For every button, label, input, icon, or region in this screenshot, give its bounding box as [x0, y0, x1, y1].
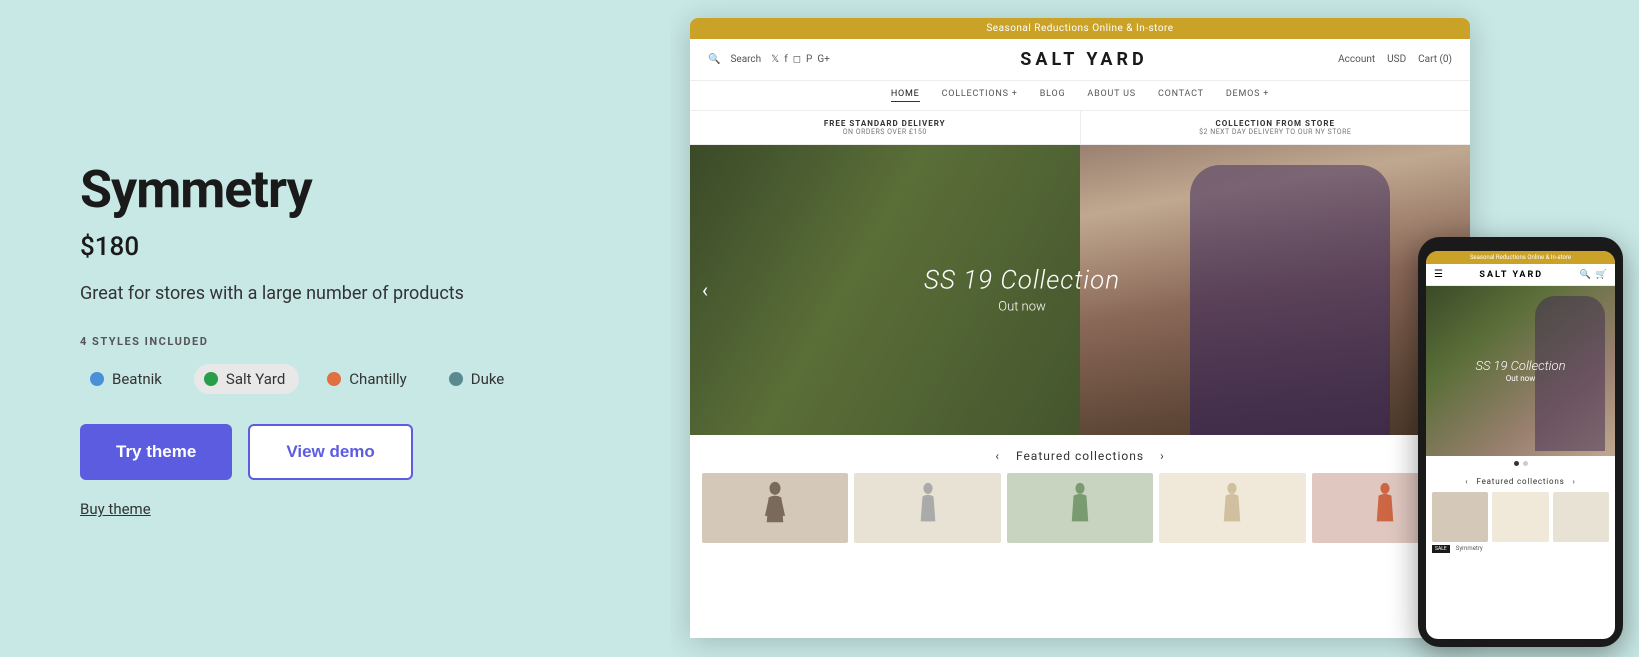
featured-header: ‹ Featured collections › [702, 449, 1458, 463]
delivery-collection-sub: $2 NEXT DAY DELIVERY TO OUR NY STORE [1085, 128, 1467, 136]
left-panel: Symmetry $180 Great for stores with a la… [0, 0, 670, 657]
view-demo-button[interactable]: View demo [248, 424, 413, 480]
store-banner: Seasonal Reductions Online & In-store [690, 18, 1470, 39]
nav-about[interactable]: ABOUT US [1087, 89, 1136, 102]
delivery-standard: FREE STANDARD DELIVERY ON ORDERS OVER £1… [690, 111, 1081, 144]
style-option-chantilly[interactable]: Chantilly [317, 364, 420, 394]
sale-badge-1: SALE [1432, 545, 1450, 553]
dot-2 [1523, 461, 1528, 466]
sale-sub-label: Symmetry [1456, 545, 1483, 553]
store-topbar-right: Account USD Cart (0) [1338, 54, 1452, 65]
try-theme-button[interactable]: Try theme [80, 424, 232, 480]
featured-label: Featured collections [1016, 449, 1144, 463]
hero-subtitle: Out now [924, 300, 1120, 315]
nav-home[interactable]: HOME [891, 89, 920, 102]
instagram-icon: ◻ [793, 54, 801, 65]
delivery-standard-title: FREE STANDARD DELIVERY [694, 119, 1076, 128]
store-nav: HOME COLLECTIONS + BLOG ABOUT US CONTACT… [690, 81, 1470, 111]
hero-prev-button[interactable]: ‹ [702, 278, 708, 302]
mobile-hero: SS 19 Collection Out now [1426, 286, 1615, 456]
style-option-beatnik[interactable]: Beatnik [80, 364, 176, 394]
mobile-topbar-icons: 🔍 🛒 [1580, 270, 1607, 280]
nav-collections[interactable]: COLLECTIONS + [942, 89, 1018, 102]
theme-description: Great for stores with a large number of … [80, 280, 610, 307]
nav-blog[interactable]: BLOG [1040, 89, 1066, 102]
delivery-collection-title: COLLECTION FROM STORE [1085, 119, 1467, 128]
twitter-icon: 𝕏 [771, 54, 779, 65]
pinterest-icon: P [806, 54, 812, 65]
hero-area: ‹ SS 19 Collection Out now › [690, 145, 1470, 435]
product-thumb-1[interactable] [702, 473, 848, 543]
cart-label[interactable]: Cart (0) [1418, 54, 1452, 65]
saltyard-dot [204, 372, 218, 386]
desktop-preview: Seasonal Reductions Online & In-store 🔍 … [690, 18, 1470, 638]
mobile-thumbnails [1432, 492, 1609, 542]
nav-demos[interactable]: DEMOS + [1226, 89, 1269, 102]
account-label[interactable]: Account [1338, 54, 1375, 65]
gplus-icon: G+ [817, 54, 830, 65]
search-label: Search [730, 54, 761, 65]
featured-section: ‹ Featured collections › [690, 435, 1470, 551]
product-thumbnails [702, 473, 1458, 543]
buy-theme-link[interactable]: Buy theme [80, 500, 610, 518]
search-icon: 🔍 [708, 54, 720, 65]
duke-dot [449, 372, 463, 386]
theme-price: $180 [80, 232, 610, 262]
saltyard-label: Salt Yard [226, 370, 285, 388]
product-thumb-2[interactable] [854, 473, 1000, 543]
hero-title: SS 19 Collection [924, 266, 1120, 296]
nav-contact[interactable]: CONTACT [1158, 89, 1204, 102]
hero-text-block: SS 19 Collection Out now [924, 266, 1120, 315]
mobile-preview: Seasonal Reductions Online & In-store ☰ … [1418, 237, 1623, 647]
style-option-saltyard[interactable]: Salt Yard [194, 364, 299, 394]
product-thumb-3[interactable] [1007, 473, 1153, 543]
delivery-collection: COLLECTION FROM STORE $2 NEXT DAY DELIVE… [1081, 111, 1471, 144]
style-options: Beatnik Salt Yard Chantilly Duke [80, 364, 610, 394]
beatnik-dot [90, 372, 104, 386]
mobile-topbar: ☰ SALT YARD 🔍 🛒 [1426, 264, 1615, 286]
right-panel: Seasonal Reductions Online & In-store 🔍 … [670, 0, 1639, 657]
duke-label: Duke [471, 370, 505, 388]
mobile-search-icon: 🔍 [1580, 270, 1591, 280]
action-buttons: Try theme View demo [80, 424, 610, 480]
mobile-cart-icon: 🛒 [1596, 270, 1607, 280]
mobile-hero-text: SS 19 Collection Out now [1475, 359, 1565, 383]
store-logo: SALT YARD [1020, 49, 1147, 70]
mobile-banner: Seasonal Reductions Online & In-store [1426, 251, 1615, 264]
chantilly-dot [327, 372, 341, 386]
mobile-sale-badges: SALE Symmetry [1432, 545, 1609, 553]
mobile-featured-title: ‹ Featured collections › [1432, 477, 1609, 486]
currency-label[interactable]: USD [1387, 54, 1406, 65]
featured-prev-icon[interactable]: ‹ [995, 449, 1000, 463]
theme-title: Symmetry [80, 159, 610, 220]
mobile-hero-sub: Out now [1475, 374, 1565, 383]
style-option-duke[interactable]: Duke [439, 364, 519, 394]
featured-next-icon[interactable]: › [1160, 449, 1165, 463]
mobile-menu-icon: ☰ [1434, 269, 1443, 280]
mobile-hero-title: SS 19 Collection [1475, 359, 1565, 374]
product-thumb-4[interactable] [1159, 473, 1305, 543]
beatnik-label: Beatnik [112, 370, 162, 388]
mobile-inner: Seasonal Reductions Online & In-store ☰ … [1426, 251, 1615, 639]
mobile-thumb-2[interactable] [1492, 492, 1548, 542]
mobile-featured-prev[interactable]: ‹ [1465, 477, 1468, 486]
delivery-bar: FREE STANDARD DELIVERY ON ORDERS OVER £1… [690, 111, 1470, 145]
store-topbar: 🔍 Search 𝕏 f ◻ P G+ SALT YARD Account US… [690, 39, 1470, 81]
mobile-featured-next[interactable]: › [1573, 477, 1576, 486]
store-topbar-left: 🔍 Search 𝕏 f ◻ P G+ [708, 54, 830, 65]
dot-1 [1514, 461, 1519, 466]
mobile-featured: ‹ Featured collections › SALE Symmetry [1426, 471, 1615, 557]
social-icons: 𝕏 f ◻ P G+ [771, 54, 830, 65]
delivery-standard-sub: ON ORDERS OVER £150 [694, 128, 1076, 136]
mobile-logo: SALT YARD [1479, 270, 1543, 280]
mobile-thumb-3[interactable] [1553, 492, 1609, 542]
mobile-carousel-dots [1426, 456, 1615, 471]
facebook-icon: f [784, 54, 787, 65]
styles-label: 4 STYLES INCLUDED [80, 335, 610, 348]
chantilly-label: Chantilly [349, 370, 406, 388]
mobile-thumb-1[interactable] [1432, 492, 1488, 542]
